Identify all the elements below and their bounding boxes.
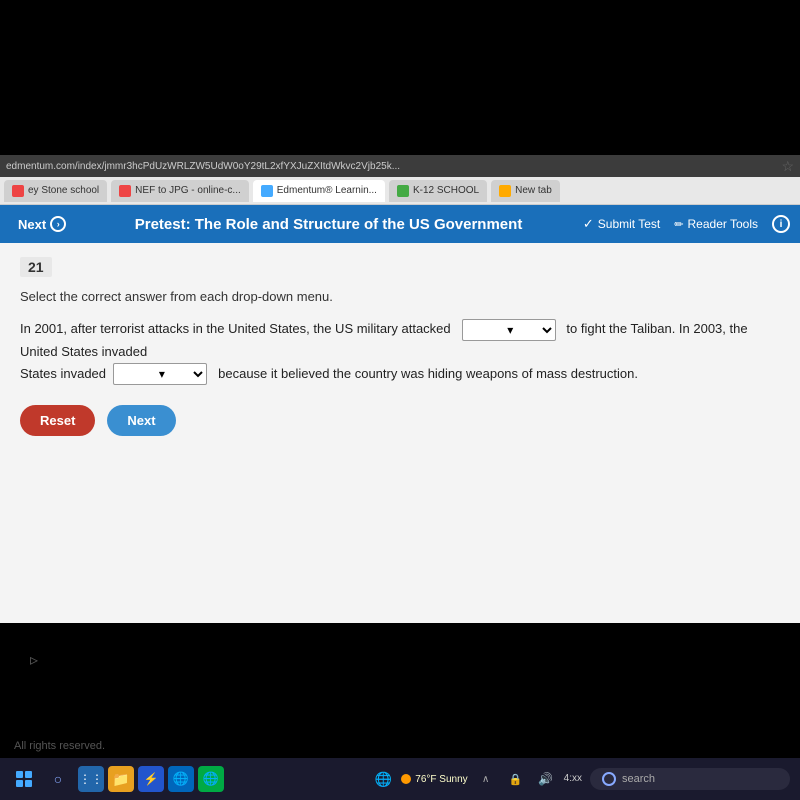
tab-nef-jpg[interactable]: NEF to JPG - online-c... [111,180,249,202]
system-tray: 🌐 76°F Sunny ∧ 🔒 🔊 4:xx [371,767,582,791]
reader-tools-label: Reader Tools [688,217,759,231]
next-button[interactable]: Next [107,405,175,436]
tab-k12[interactable]: K-12 SCHOOL [389,180,487,202]
next-arrow-circle: › [50,216,66,232]
windows-button[interactable] [10,765,38,793]
search-icon [602,772,616,786]
taskbar-files-icon[interactable]: ⋮⋮ [78,766,104,792]
dropdown-1[interactable]: ▾ Afghanistan Iraq Iran Pakistan [462,319,556,341]
taskbar-app-icons: ⋮⋮ 📁 ⚡ 🌐 🌐 [78,766,224,792]
toolbar-next-label: Next [18,217,46,232]
tab-icon-k12 [397,185,409,197]
weather-info: 76°F Sunny [401,774,467,785]
reset-button[interactable]: Reset [20,405,95,436]
windows-icon [16,771,32,787]
tab-icon-x [12,185,24,197]
tab-label-stone: ey Stone school [28,185,99,196]
globe-tray-icon[interactable]: 🌐 [371,767,395,791]
question-number: 21 [20,257,52,277]
weather-icon [401,774,411,784]
url-text: edmentum.com/index/jmmr3hcPdUzWRLZW5UdW0… [6,161,400,172]
question-part1: In 2001, after terrorist attacks in the … [20,321,451,336]
taskbar-browser-icon1[interactable]: ⚡ [138,766,164,792]
app-toolbar: Next › Pretest: The Role and Structure o… [0,205,800,243]
weather-text: 76°F Sunny [415,774,467,785]
speaker-icon[interactable]: 🔊 [534,767,558,791]
tab-label-nef: NEF to JPG - online-c... [135,185,241,196]
toolbar-next-button[interactable]: Next › [10,212,74,236]
search-placeholder: search [622,773,655,785]
submit-test-button[interactable]: ✓ Submit Test [583,216,660,232]
rights-text: All rights reserved. [14,740,105,752]
tab-edmentum[interactable]: Edmentum® Learnin... [253,180,385,202]
bookmark-icon[interactable]: ☆ [781,158,794,175]
cursor: ▹ [30,650,38,670]
states-invaded-label: States invaded [20,366,110,381]
main-content-area: 21 Select the correct answer from each d… [0,243,800,623]
action-buttons: Reset Next [20,405,780,436]
browser-tabs-bar: ey Stone school NEF to JPG - online-c...… [0,177,800,205]
top-black-area [0,0,800,155]
tab-label-k12: K-12 SCHOOL [413,185,479,196]
url-bar: edmentum.com/index/jmmr3hcPdUzWRLZW5UdW0… [0,155,800,177]
taskbar-folder-icon[interactable]: 📁 [108,766,134,792]
question-part3: because it believed the country was hidi… [218,366,638,381]
tab-new[interactable]: New tab [491,180,560,202]
dropdown-2[interactable]: ▾ Iraq Afghanistan Syria Iran [113,363,207,385]
tab-label-edmentum: Edmentum® Learnin... [277,185,377,196]
instruction-text: Select the correct answer from each drop… [20,289,780,304]
search-circle-icon[interactable]: ○ [46,767,70,791]
taskbar-search-box[interactable]: search [590,768,790,790]
clock-time: 4:xx [564,772,582,786]
network-icon[interactable]: 🔒 [504,767,528,791]
info-icon[interactable]: i [772,215,790,233]
tab-icon-new [499,185,511,197]
question-text: In 2001, after terrorist attacks in the … [20,318,780,385]
taskbar-edge-icon[interactable]: 🌐 [168,766,194,792]
tab-label-new: New tab [515,185,552,196]
tab-stone-school[interactable]: ey Stone school [4,180,107,202]
toolbar-title: Pretest: The Role and Structure of the U… [84,216,573,233]
taskbar-clock: 4:xx [564,772,582,786]
tab-icon-edmentum [261,185,273,197]
taskbar-green-icon[interactable]: 🌐 [198,766,224,792]
tab-icon-nef [119,185,131,197]
submit-test-label: Submit Test [598,217,660,231]
reader-tools-button[interactable]: ✏ Reader Tools [674,217,758,231]
up-arrow-icon[interactable]: ∧ [474,767,498,791]
taskbar: ○ ⋮⋮ 📁 ⚡ 🌐 🌐 🌐 76°F Sunny ∧ 🔒 🔊 4:xx [0,758,800,800]
toolbar-right-area: ✓ Submit Test ✏ Reader Tools i [583,215,790,233]
